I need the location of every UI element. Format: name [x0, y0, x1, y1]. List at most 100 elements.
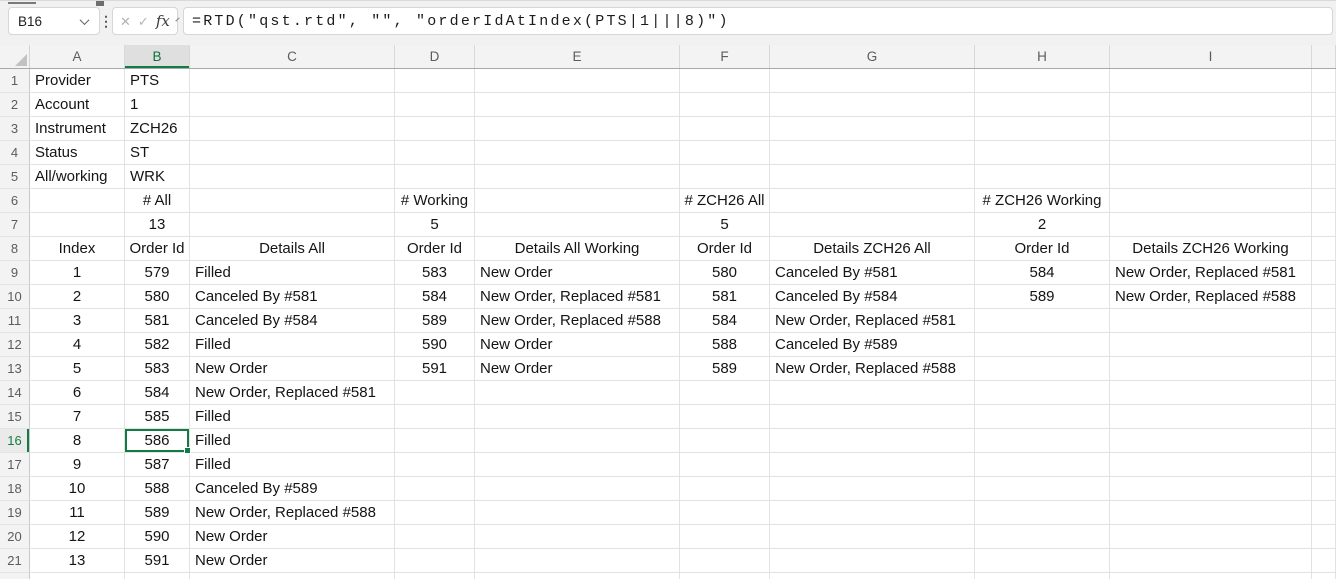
formula-input[interactable]: =RTD("qst.rtd", "", "orderIdAtIndex(PTS|…	[183, 7, 1333, 35]
cell-A11[interactable]: 3	[30, 309, 125, 333]
select-all-corner[interactable]	[0, 45, 30, 68]
cell-J10[interactable]	[1312, 285, 1336, 309]
cell-J18[interactable]	[1312, 477, 1336, 501]
cell-F17[interactable]	[680, 453, 770, 477]
row-header-11[interactable]: 11	[0, 309, 30, 333]
cell-A14[interactable]: 6	[30, 381, 125, 405]
cell-I6[interactable]	[1110, 189, 1312, 213]
cell-A3[interactable]: Instrument	[30, 117, 125, 141]
cell-H16[interactable]	[975, 429, 1110, 453]
cell-H17[interactable]	[975, 453, 1110, 477]
cell-J3[interactable]	[1312, 117, 1336, 141]
cell-H15[interactable]	[975, 405, 1110, 429]
cell-C5[interactable]	[190, 165, 395, 189]
cell-E1[interactable]	[475, 69, 680, 93]
cell-D5[interactable]	[395, 165, 475, 189]
cell-E6[interactable]	[475, 189, 680, 213]
cell-J7[interactable]	[1312, 213, 1336, 237]
cell-C6[interactable]	[190, 189, 395, 213]
cell-G8[interactable]: Details ZCH26 All	[770, 237, 975, 261]
cell-G6[interactable]	[770, 189, 975, 213]
cell-J13[interactable]	[1312, 357, 1336, 381]
cell-D9[interactable]: 583	[395, 261, 475, 285]
cell-B8[interactable]: Order Id	[125, 237, 190, 261]
cell-H6[interactable]: # ZCH26 Working	[975, 189, 1110, 213]
cell-E4[interactable]	[475, 141, 680, 165]
cell-G21[interactable]	[770, 549, 975, 573]
cell-H21[interactable]	[975, 549, 1110, 573]
cell-D[interactable]	[395, 573, 475, 579]
cell-D7[interactable]: 5	[395, 213, 475, 237]
cell-F9[interactable]: 580	[680, 261, 770, 285]
cell-A16[interactable]: 8	[30, 429, 125, 453]
cell-A[interactable]	[30, 573, 125, 579]
row-header-16[interactable]: 16	[0, 429, 30, 453]
cell-I15[interactable]	[1110, 405, 1312, 429]
cell-H9[interactable]: 584	[975, 261, 1110, 285]
cell-C8[interactable]: Details All	[190, 237, 395, 261]
cell-I20[interactable]	[1110, 525, 1312, 549]
cell-H5[interactable]	[975, 165, 1110, 189]
cell-A17[interactable]: 9	[30, 453, 125, 477]
cell-J19[interactable]	[1312, 501, 1336, 525]
cell-H8[interactable]: Order Id	[975, 237, 1110, 261]
cell-A12[interactable]: 4	[30, 333, 125, 357]
cell-G3[interactable]	[770, 117, 975, 141]
cell-J12[interactable]	[1312, 333, 1336, 357]
cell-E14[interactable]	[475, 381, 680, 405]
cell-J14[interactable]	[1312, 381, 1336, 405]
cell-E16[interactable]	[475, 429, 680, 453]
row-header-15[interactable]: 15	[0, 405, 30, 429]
cell-D21[interactable]	[395, 549, 475, 573]
cell-J[interactable]	[1312, 573, 1336, 579]
cell-D2[interactable]	[395, 93, 475, 117]
cell-C16[interactable]: Filled	[190, 429, 395, 453]
cell-J9[interactable]	[1312, 261, 1336, 285]
column-header-D[interactable]: D	[395, 45, 475, 68]
check-icon[interactable]: ✓	[138, 15, 149, 28]
column-header-A[interactable]: A	[30, 45, 125, 68]
cell-H10[interactable]: 589	[975, 285, 1110, 309]
cell-F10[interactable]: 581	[680, 285, 770, 309]
cell-F3[interactable]	[680, 117, 770, 141]
cell-J16[interactable]	[1312, 429, 1336, 453]
cell-E19[interactable]	[475, 501, 680, 525]
cell-E13[interactable]: New Order	[475, 357, 680, 381]
cell-G16[interactable]	[770, 429, 975, 453]
cell-F20[interactable]	[680, 525, 770, 549]
cell-E21[interactable]	[475, 549, 680, 573]
cell-H3[interactable]	[975, 117, 1110, 141]
cell-E12[interactable]: New Order	[475, 333, 680, 357]
cell-F21[interactable]	[680, 549, 770, 573]
cell-I1[interactable]	[1110, 69, 1312, 93]
cell-C14[interactable]: New Order, Replaced #581	[190, 381, 395, 405]
cell-G12[interactable]: Canceled By #589	[770, 333, 975, 357]
column-header-C[interactable]: C	[190, 45, 395, 68]
cell-G13[interactable]: New Order, Replaced #588	[770, 357, 975, 381]
cell-B2[interactable]: 1	[125, 93, 190, 117]
cell-A5[interactable]: All/working	[30, 165, 125, 189]
cell-J5[interactable]	[1312, 165, 1336, 189]
cell-F8[interactable]: Order Id	[680, 237, 770, 261]
cell-F7[interactable]: 5	[680, 213, 770, 237]
cell-E15[interactable]	[475, 405, 680, 429]
cell-B12[interactable]: 582	[125, 333, 190, 357]
cell-D10[interactable]: 584	[395, 285, 475, 309]
cell-G5[interactable]	[770, 165, 975, 189]
cell-G14[interactable]	[770, 381, 975, 405]
cell-F1[interactable]	[680, 69, 770, 93]
cell-A9[interactable]: 1	[30, 261, 125, 285]
cell-E8[interactable]: Details All Working	[475, 237, 680, 261]
cell-D16[interactable]	[395, 429, 475, 453]
cell-E3[interactable]	[475, 117, 680, 141]
cell-G4[interactable]	[770, 141, 975, 165]
cell-D17[interactable]	[395, 453, 475, 477]
cell-J2[interactable]	[1312, 93, 1336, 117]
cell-F5[interactable]	[680, 165, 770, 189]
cell-H11[interactable]	[975, 309, 1110, 333]
row-header-2[interactable]: 2	[0, 93, 30, 117]
row-header-1[interactable]: 1	[0, 69, 30, 93]
cell-G9[interactable]: Canceled By #581	[770, 261, 975, 285]
cell-B18[interactable]: 588	[125, 477, 190, 501]
cell-G2[interactable]	[770, 93, 975, 117]
